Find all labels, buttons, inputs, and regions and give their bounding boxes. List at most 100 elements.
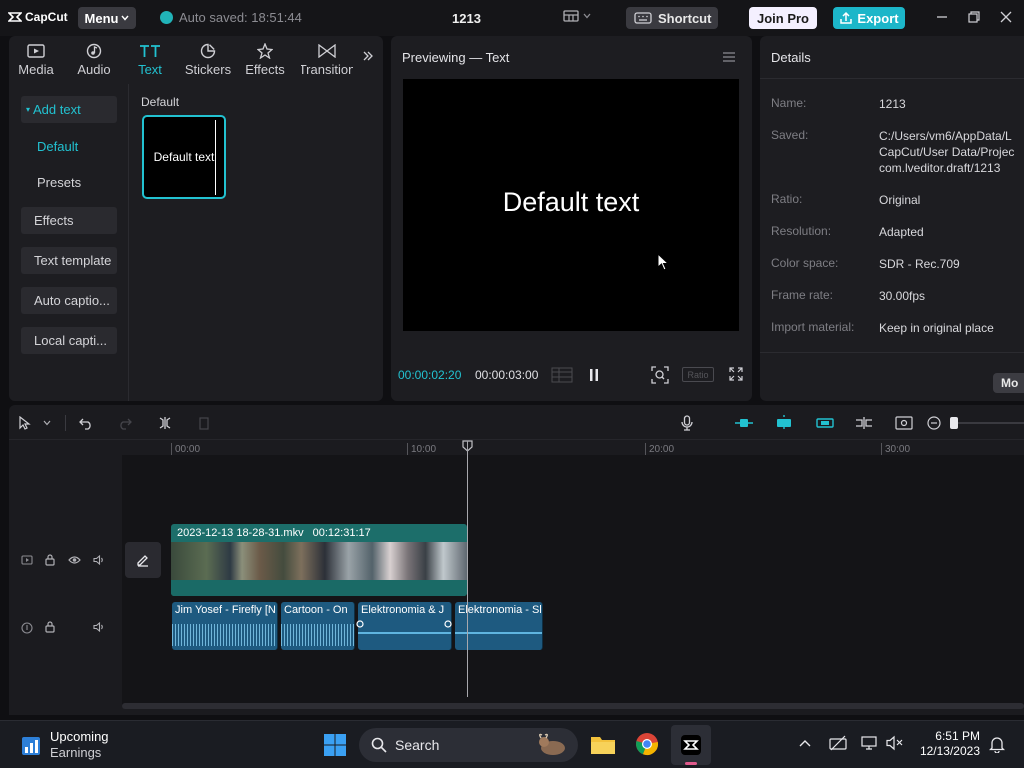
- check-circle-icon: [160, 11, 173, 24]
- split-icon[interactable]: [159, 416, 171, 430]
- audio-clip[interactable]: Elektronomia - Sl: [455, 602, 543, 650]
- notification-bell-icon[interactable]: [989, 735, 1005, 753]
- modify-button[interactable]: Mo: [993, 373, 1024, 393]
- keyframe-handle[interactable]: [356, 620, 364, 628]
- timeline-list-icon[interactable]: [551, 367, 573, 383]
- chevrons-right-icon[interactable]: [362, 50, 374, 62]
- cover-edit-button[interactable]: [125, 542, 161, 578]
- waveform: [281, 624, 354, 646]
- tab-stickers[interactable]: Stickers: [185, 40, 231, 77]
- horizontal-scrollbar[interactable]: [122, 703, 1024, 709]
- join-pro-button[interactable]: Join Pro: [749, 7, 817, 29]
- no-network-icon[interactable]: [829, 735, 847, 751]
- windows-start-icon[interactable]: [323, 733, 347, 757]
- timeline-panel: 00:00 10:00 20:00 30:00 2023-12-13 18-28…: [9, 405, 1024, 715]
- detail-key: Color space:: [771, 256, 839, 270]
- search-icon: [371, 737, 387, 753]
- default-text-card[interactable]: Default text: [142, 115, 226, 199]
- sidebar-item-effects[interactable]: Effects: [21, 207, 117, 234]
- select-pointer-icon[interactable]: [19, 416, 31, 430]
- tab-transition[interactable]: Transition: [301, 40, 353, 77]
- main-track-magnet-icon[interactable]: [734, 417, 754, 429]
- lock-icon[interactable]: [45, 554, 55, 566]
- layout-button[interactable]: [563, 10, 591, 22]
- audio-clip[interactable]: Jim Yosef - Firefly [N: [172, 602, 278, 650]
- monitor-icon[interactable]: [861, 735, 877, 751]
- export-button[interactable]: Export: [833, 7, 905, 29]
- focus-zoom-icon[interactable]: [651, 366, 669, 384]
- current-timecode: 00:00:02:20: [398, 368, 462, 382]
- video-clip[interactable]: 2023-12-13 18-28-31.mkv 00:12:31:17: [171, 524, 467, 596]
- widget-subtitle[interactable]: Earnings: [50, 745, 101, 760]
- tab-audio[interactable]: Audio: [75, 40, 113, 77]
- shortcut-label: Shortcut: [658, 10, 712, 26]
- chrome-icon[interactable]: [635, 732, 659, 756]
- preview-canvas[interactable]: Default text: [403, 79, 739, 331]
- zoom-fit-icon[interactable]: [895, 416, 913, 430]
- ratio-button[interactable]: Ratio: [682, 367, 714, 382]
- file-explorer-icon[interactable]: [590, 732, 616, 756]
- widget-title[interactable]: Upcoming: [50, 729, 109, 744]
- pause-icon[interactable]: [588, 368, 600, 382]
- video-audio-strip: [171, 580, 467, 596]
- detail-key: Frame rate:: [771, 288, 834, 302]
- sidebar-item-presets[interactable]: Presets: [21, 169, 117, 196]
- sidebar-item-auto-captions[interactable]: Auto captio...: [21, 287, 117, 314]
- lock-icon[interactable]: [45, 621, 55, 633]
- detail-value: Original: [879, 193, 921, 207]
- sidebar-item-default[interactable]: Default: [21, 133, 117, 160]
- keyframe-handle[interactable]: [444, 620, 452, 628]
- preview-axis-icon[interactable]: [854, 416, 874, 430]
- zoom-slider-handle[interactable]: [950, 417, 958, 429]
- detail-key: Ratio:: [771, 192, 803, 206]
- title-bar: CapCut Menu Auto saved: 18:51:44 1213 Sh…: [0, 0, 1024, 36]
- audio-clip[interactable]: Cartoon - On: [281, 602, 355, 650]
- clip-name: 2023-12-13 18-28-31.mkv: [177, 527, 304, 539]
- project-title: 1213: [452, 11, 481, 26]
- detail-value: 30.00fps: [879, 289, 926, 303]
- capcut-taskbar-button[interactable]: [671, 725, 711, 765]
- microphone-icon[interactable]: [681, 415, 693, 431]
- zoom-slider-track[interactable]: [958, 422, 1024, 424]
- detail-value-path: C:/Users/vm6/AppData/L CapCut/User Data/…: [879, 129, 1015, 175]
- zoom-out-icon[interactable]: [927, 416, 941, 430]
- shortcut-button[interactable]: Shortcut: [626, 7, 718, 29]
- chevron-down-icon[interactable]: [43, 420, 51, 426]
- close-icon[interactable]: [999, 10, 1013, 24]
- linkage-icon[interactable]: [815, 417, 835, 429]
- taskbar-search[interactable]: Search: [359, 728, 578, 762]
- eye-icon[interactable]: [68, 555, 81, 565]
- speaker-icon[interactable]: [93, 622, 105, 632]
- audio-clip[interactable]: Elektronomia & J: [358, 602, 452, 650]
- hamburger-icon[interactable]: [722, 52, 736, 62]
- sidebar-item-text-template[interactable]: Text template: [21, 247, 117, 274]
- fullscreen-icon[interactable]: [729, 367, 743, 381]
- stock-chart-icon[interactable]: [20, 733, 42, 757]
- search-placeholder: Search: [395, 737, 440, 753]
- clip-duration: 00:12:31:17: [312, 527, 371, 539]
- media-icon: [27, 44, 45, 58]
- tab-effects[interactable]: Effects: [245, 40, 285, 77]
- minimize-icon[interactable]: [935, 10, 949, 24]
- speaker-icon[interactable]: [93, 555, 105, 565]
- menu-label: Menu: [84, 10, 119, 26]
- chevron-up-icon[interactable]: [799, 739, 811, 747]
- tab-text[interactable]: Text: [135, 40, 165, 77]
- video-track-icon: [21, 555, 33, 565]
- details-title: Details: [771, 50, 811, 65]
- sidebar-item-add-text[interactable]: ▾ Add text: [21, 96, 117, 123]
- playhead-line[interactable]: [467, 441, 468, 697]
- video-clip-label: 2023-12-13 18-28-31.mkv 00:12:31:17: [177, 527, 371, 539]
- speaker-muted-icon[interactable]: [886, 735, 904, 751]
- undo-icon[interactable]: [79, 416, 93, 430]
- tab-media[interactable]: Media: [17, 40, 55, 77]
- sidebar-item-local-captions[interactable]: Local capti...: [21, 327, 117, 354]
- canvas-text[interactable]: Default text: [403, 187, 739, 218]
- menu-button[interactable]: Menu: [78, 7, 136, 29]
- tab-label: Text: [138, 62, 162, 77]
- autosave-text: Auto saved: 18:51:44: [179, 10, 302, 25]
- auto-snap-icon[interactable]: [773, 414, 795, 432]
- taskbar-clock[interactable]: 6:51 PM 12/13/2023: [918, 729, 980, 759]
- delete-icon: [199, 417, 209, 430]
- restore-icon[interactable]: [967, 10, 981, 24]
